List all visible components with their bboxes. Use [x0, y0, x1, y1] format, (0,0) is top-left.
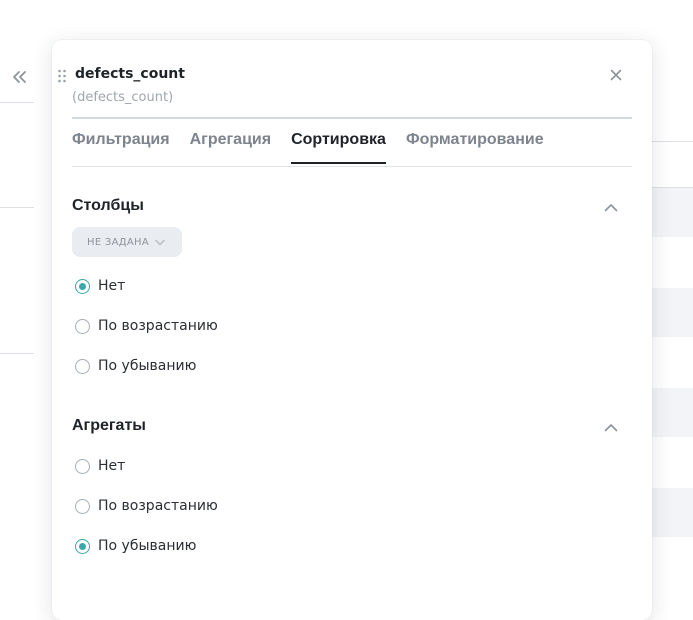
- close-button[interactable]: [608, 67, 624, 83]
- panel-title: defects_count: [75, 66, 185, 82]
- background-table-row: [652, 288, 693, 337]
- columns-option-descending[interactable]: По убыванию: [75, 357, 196, 375]
- columns-option-none[interactable]: Нет: [75, 277, 125, 295]
- radio-button[interactable]: [75, 358, 90, 374]
- radio-button[interactable]: [75, 458, 90, 474]
- background-divider: [0, 353, 34, 354]
- close-icon: [610, 69, 622, 81]
- collapse-aggregates-button[interactable]: [603, 419, 619, 435]
- radio-button[interactable]: [75, 498, 90, 514]
- tabs-divider: [72, 166, 632, 167]
- chevron-down-icon: [155, 239, 165, 245]
- option-label: По возрастанию: [98, 318, 218, 334]
- chevrons-double-left-icon: [13, 71, 26, 83]
- option-label: По убыванию: [98, 538, 197, 554]
- column-sort-select[interactable]: НЕ ЗАДАНА: [72, 227, 182, 257]
- tab-sorting[interactable]: Сортировка: [291, 131, 386, 164]
- option-label: По возрастанию: [98, 498, 218, 514]
- option-label: Нет: [98, 278, 126, 294]
- drag-handle-icon[interactable]: [57, 68, 67, 83]
- background-table-row: [652, 488, 693, 537]
- background-divider: [652, 141, 693, 142]
- option-label: Нет: [98, 458, 126, 474]
- column-sort-select-label: НЕ ЗАДАНА: [87, 236, 149, 248]
- background-divider: [0, 102, 34, 103]
- title-divider: [72, 117, 632, 119]
- aggregates-option-descending[interactable]: По убыванию: [75, 537, 196, 555]
- section-title-aggregates: Агрегаты: [72, 417, 146, 434]
- column-settings-panel: defects_count (defects_count) Фильтрация…: [52, 40, 652, 620]
- chevron-up-icon: [604, 423, 618, 431]
- panel-subtitle: (defects_count): [72, 90, 174, 105]
- aggregates-option-none[interactable]: Нет: [75, 457, 125, 475]
- chevron-up-icon: [604, 203, 618, 211]
- tab-formatting[interactable]: Форматирование: [406, 131, 544, 164]
- radio-button[interactable]: [75, 318, 90, 334]
- section-title-columns: Столбцы: [72, 197, 144, 214]
- collapse-sidebar-button[interactable]: [10, 66, 28, 88]
- tab-filtering[interactable]: Фильтрация: [72, 131, 170, 164]
- radio-button[interactable]: [75, 538, 90, 554]
- option-label: По убыванию: [98, 358, 197, 374]
- columns-option-ascending[interactable]: По возрастанию: [75, 317, 218, 335]
- background-divider: [0, 207, 34, 208]
- background-table-row: [652, 188, 693, 237]
- collapse-columns-button[interactable]: [603, 199, 619, 215]
- radio-button[interactable]: [75, 278, 90, 294]
- background-table-row: [652, 388, 693, 437]
- tab-bar: Фильтрация Агрегация Сортировка Форматир…: [72, 131, 544, 164]
- aggregates-option-ascending[interactable]: По возрастанию: [75, 497, 218, 515]
- tab-aggregation[interactable]: Агрегация: [190, 131, 271, 164]
